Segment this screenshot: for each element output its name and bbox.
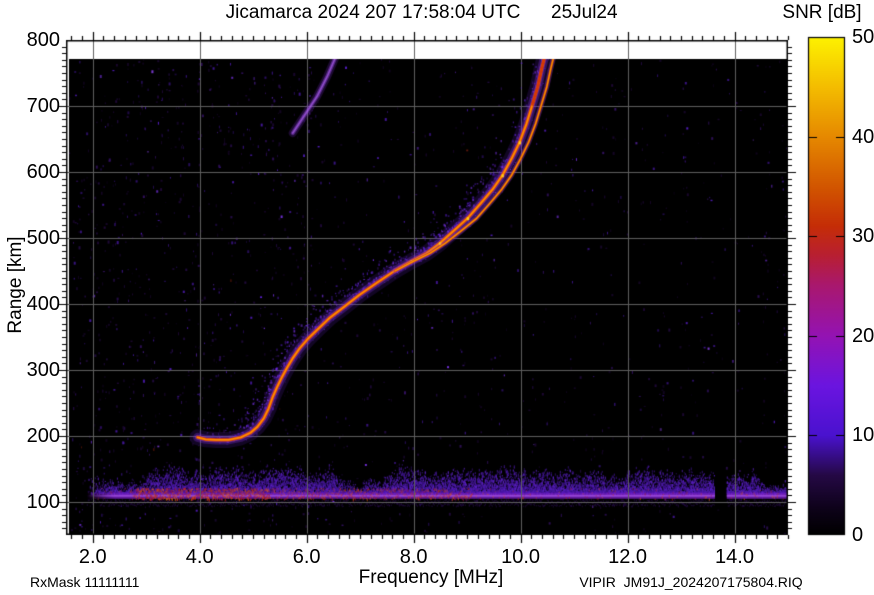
date-label: 25Jul24: [551, 2, 618, 24]
rx-mask-label: RxMask 11111111: [30, 574, 139, 590]
y-tick-label: 600: [0, 161, 60, 183]
colorbar-tick-label: 30: [852, 225, 874, 247]
y-tick-label: 700: [0, 95, 60, 117]
x-tick-label: 12.0: [598, 546, 658, 568]
y-tick-label: 200: [0, 425, 60, 447]
y-tick-label: 400: [0, 293, 60, 315]
x-tick-label: 2.0: [63, 546, 123, 568]
y-tick-label: 800: [0, 29, 60, 51]
y-tick-label: 500: [0, 227, 60, 249]
colorbar-tick-label: 10: [852, 424, 874, 446]
y-tick-label: 300: [0, 359, 60, 381]
x-tick-label: 4.0: [170, 546, 230, 568]
colorbar-tick-label: 20: [852, 325, 874, 347]
colorbar-tick-label: 40: [852, 126, 874, 148]
y-tick-label: 100: [0, 491, 60, 513]
x-tick-label: 10.0: [491, 546, 551, 568]
colorbar-tick-label: 50: [852, 26, 874, 48]
ionogram-heatmap: [0, 0, 874, 595]
ionogram-window: Jicamarca 2024 207 17:58:04 UTC 25Jul24 …: [0, 0, 874, 595]
file-id-label: VIPIR JM91J_2024207175804.RIQ: [566, 574, 816, 590]
colorbar-title: SNR [dB]: [770, 2, 874, 24]
page-title: Jicamarca 2024 207 17:58:04 UTC: [123, 2, 623, 24]
x-axis-label: Frequency [MHz]: [321, 567, 541, 589]
x-tick-label: 6.0: [277, 546, 337, 568]
x-tick-label: 8.0: [384, 546, 444, 568]
colorbar-tick-label: 0: [852, 524, 874, 546]
x-tick-label: 14.0: [705, 546, 765, 568]
